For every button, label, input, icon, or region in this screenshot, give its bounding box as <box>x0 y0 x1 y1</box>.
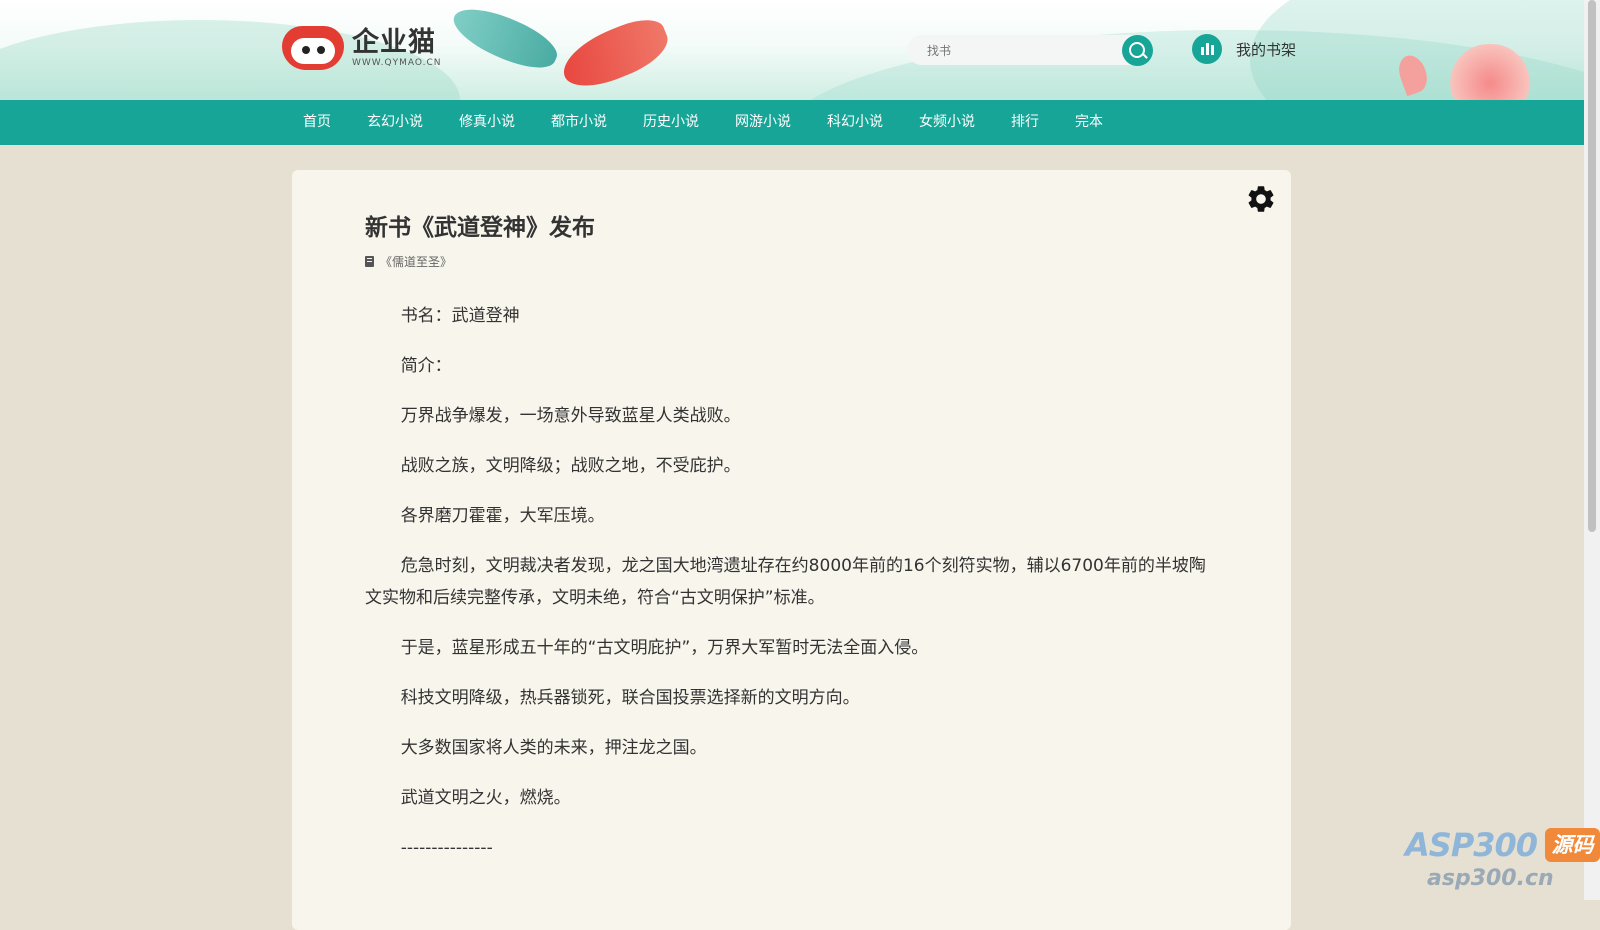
paragraph: 大多数国家将人类的未来，押注龙之国。 <box>400 738 707 758</box>
article-meta: 《儒道至圣》 <box>365 253 452 270</box>
logo-text: 企业猫 WWW.QYMAO.CN <box>352 27 442 69</box>
scrollbar-thumb[interactable] <box>1588 0 1596 532</box>
my-bookshelf-link[interactable]: 我的书架 <box>1192 34 1296 64</box>
paragraph: --------------- <box>400 838 493 858</box>
book-link[interactable]: 《儒道至圣》 <box>380 253 452 270</box>
nav-item-xiuzhen[interactable]: 修真小说 <box>441 100 533 145</box>
gear-icon[interactable] <box>1245 183 1277 215</box>
main-nav: 首页 玄幻小说 修真小说 都市小说 历史小说 网游小说 科幻小说 女频小说 排行… <box>0 100 1584 145</box>
paragraph: 危急时刻，文明裁决者发现，龙之国大地湾遗址存在约8000年前的16个刻符实物，辅… <box>365 556 1206 608</box>
watermark: ASP300 源码 asp300.cn <box>1405 822 1600 900</box>
nav-item-lishi[interactable]: 历史小说 <box>625 100 717 145</box>
logo-domain: WWW.QYMAO.CN <box>352 58 442 68</box>
site-header: 企业猫 WWW.QYMAO.CN 我的书架 <box>0 0 1584 100</box>
red-fish-decoration <box>555 11 675 97</box>
paragraph: 书名：武道登神 <box>400 306 520 326</box>
nav-item-home[interactable]: 首页 <box>285 100 349 145</box>
vertical-scrollbar[interactable] <box>1584 0 1600 900</box>
paragraph: 科技文明降级，热兵器锁死，联合国投票选择新的文明方向。 <box>400 688 860 708</box>
nav-item-wangyou[interactable]: 网游小说 <box>717 100 809 145</box>
paragraph: 武道文明之火，燃烧。 <box>400 788 571 808</box>
paragraph: 简介： <box>400 356 452 376</box>
article-card: 新书《武道登神》发布 《儒道至圣》 书名：武道登神 简介： 万界战争爆发，一场意… <box>292 170 1291 930</box>
logo-name: 企业猫 <box>352 27 436 58</box>
nav-item-ranking[interactable]: 排行 <box>993 100 1057 145</box>
nav-item-nvpin[interactable]: 女频小说 <box>901 100 993 145</box>
site-logo[interactable]: 企业猫 WWW.QYMAO.CN <box>282 26 441 70</box>
nav-item-completed[interactable]: 完本 <box>1057 100 1121 145</box>
bar-chart-icon <box>1192 34 1222 64</box>
book-icon <box>365 256 374 267</box>
watermark-badge: 源码 <box>1545 828 1600 862</box>
cat-logo-icon <box>282 26 344 70</box>
bookshelf-label: 我的书架 <box>1236 40 1297 59</box>
lotus-decoration <box>1450 44 1530 100</box>
watermark-url: asp300.cn <box>1427 866 1554 891</box>
watermark-brand: ASP300 <box>1405 826 1538 864</box>
nav-item-dushi[interactable]: 都市小说 <box>533 100 625 145</box>
teal-fish-decoration <box>446 0 564 79</box>
paragraph: 战败之族，文明降级；战败之地，不受庇护。 <box>400 456 741 476</box>
search-input[interactable] <box>925 41 1109 61</box>
nav-item-xuanhuan[interactable]: 玄幻小说 <box>349 100 441 145</box>
nav-item-kehuan[interactable]: 科幻小说 <box>809 100 901 145</box>
paragraph: 万界战争爆发，一场意外导致蓝星人类战败。 <box>400 406 741 426</box>
search-icon[interactable] <box>1122 35 1153 66</box>
paragraph: 于是，蓝星形成五十年的“古文明庇护”，万界大军暂时无法全面入侵。 <box>400 638 929 658</box>
article-content: 书名：武道登神 简介： 万界战争爆发，一场意外导致蓝星人类战败。 战败之族，文明… <box>365 300 1213 882</box>
search-box <box>907 35 1153 66</box>
paragraph: 各界磨刀霍霍，大军压境。 <box>400 506 605 526</box>
article-title: 新书《武道登神》发布 <box>365 215 595 241</box>
